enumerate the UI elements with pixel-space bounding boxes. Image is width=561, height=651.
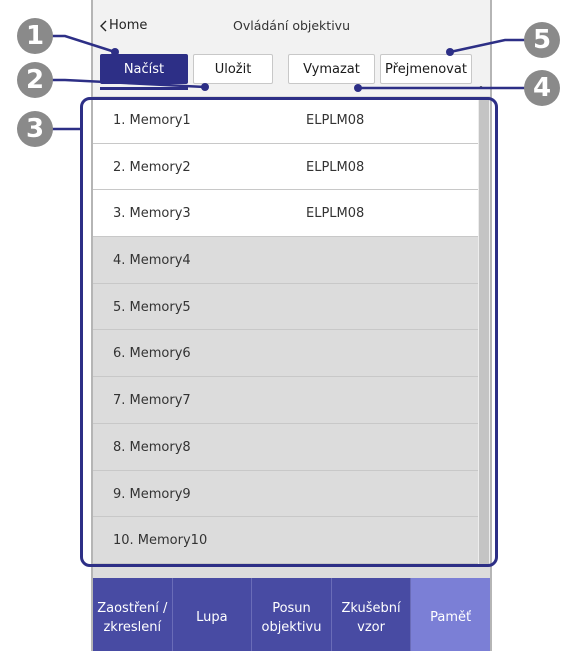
callout-2: 2 [17,62,53,98]
callout-4: 4 [524,70,560,106]
callout-3: 3 [17,111,53,147]
memory-list-highlight [80,97,498,567]
callout-1: 1 [17,18,53,54]
callout-5: 5 [524,22,560,58]
